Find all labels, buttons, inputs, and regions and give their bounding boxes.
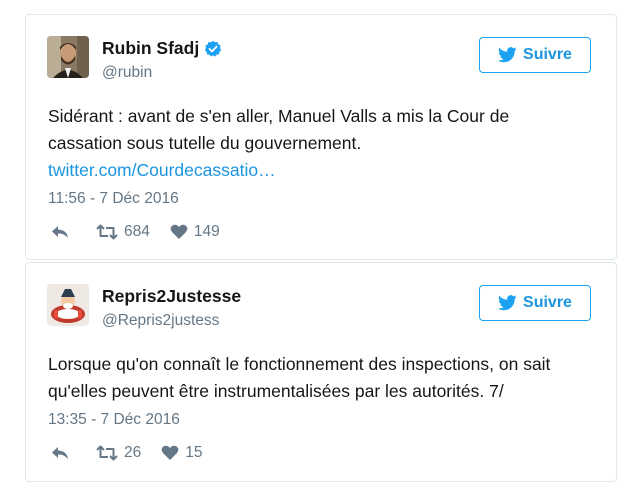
like-button[interactable]: 149 bbox=[170, 223, 220, 241]
reply-button[interactable] bbox=[50, 224, 76, 240]
tweet-text: Lorsque qu'on connaît le fonctionnement … bbox=[48, 351, 598, 405]
retweet-icon bbox=[96, 224, 118, 240]
avatar[interactable] bbox=[47, 284, 89, 326]
retweet-count: 26 bbox=[124, 444, 142, 461]
author-line: Rubin Sfadj bbox=[102, 38, 222, 59]
tweet-text: Sidérant : avant de s'en aller, Manuel V… bbox=[48, 103, 598, 184]
tweet-actions: 26 15 bbox=[50, 444, 223, 462]
twitter-bird-icon bbox=[498, 295, 517, 311]
follow-button[interactable]: Suivre bbox=[479, 37, 591, 73]
avatar[interactable] bbox=[47, 36, 89, 78]
heart-icon bbox=[170, 224, 188, 239]
like-count: 149 bbox=[193, 223, 220, 240]
tweet-link[interactable]: twitter.com/Courdecassatio… bbox=[48, 157, 598, 184]
heart-icon bbox=[161, 445, 179, 460]
tweet-actions: 684 149 bbox=[50, 223, 240, 241]
retweet-button[interactable]: 26 bbox=[96, 444, 141, 462]
author-line: Repris2Justesse bbox=[102, 286, 241, 307]
reply-icon bbox=[52, 447, 68, 459]
display-name[interactable]: Rubin Sfadj bbox=[102, 38, 199, 59]
handle[interactable]: @rubin bbox=[102, 64, 152, 82]
reply-button[interactable] bbox=[50, 445, 76, 461]
twitter-bird-icon bbox=[498, 47, 517, 63]
retweet-button[interactable]: 684 bbox=[96, 223, 150, 241]
retweet-count: 684 bbox=[124, 223, 150, 240]
display-name[interactable]: Repris2Justesse bbox=[102, 286, 241, 307]
reply-icon bbox=[52, 226, 68, 238]
tweet-text-line: cassation sous tutelle du gouvernement. bbox=[48, 133, 362, 153]
tweet-text-line: qu'elles peuvent être instrumentalisées … bbox=[48, 381, 504, 401]
timestamp[interactable]: 13:35 - 7 Déc 2016 bbox=[48, 411, 180, 429]
retweet-icon bbox=[96, 445, 118, 461]
tweet-card: Repris2Justesse @Repris2justess Suivre L… bbox=[25, 262, 617, 482]
tweet-text-line: Sidérant : avant de s'en aller, Manuel V… bbox=[48, 106, 510, 126]
timestamp[interactable]: 11:56 - 7 Déc 2016 bbox=[48, 190, 179, 208]
tweet-card: Rubin Sfadj @rubin Suivre Sidérant : ava… bbox=[25, 14, 617, 260]
follow-button-label: Suivre bbox=[523, 46, 572, 63]
follow-button[interactable]: Suivre bbox=[479, 285, 591, 321]
verified-badge-icon bbox=[204, 40, 222, 58]
follow-button-label: Suivre bbox=[523, 294, 572, 311]
handle[interactable]: @Repris2justess bbox=[102, 312, 219, 330]
tweet-text-line: Lorsque qu'on connaît le fonctionnement … bbox=[48, 354, 551, 374]
like-button[interactable]: 15 bbox=[161, 444, 203, 462]
like-count: 15 bbox=[185, 444, 203, 461]
